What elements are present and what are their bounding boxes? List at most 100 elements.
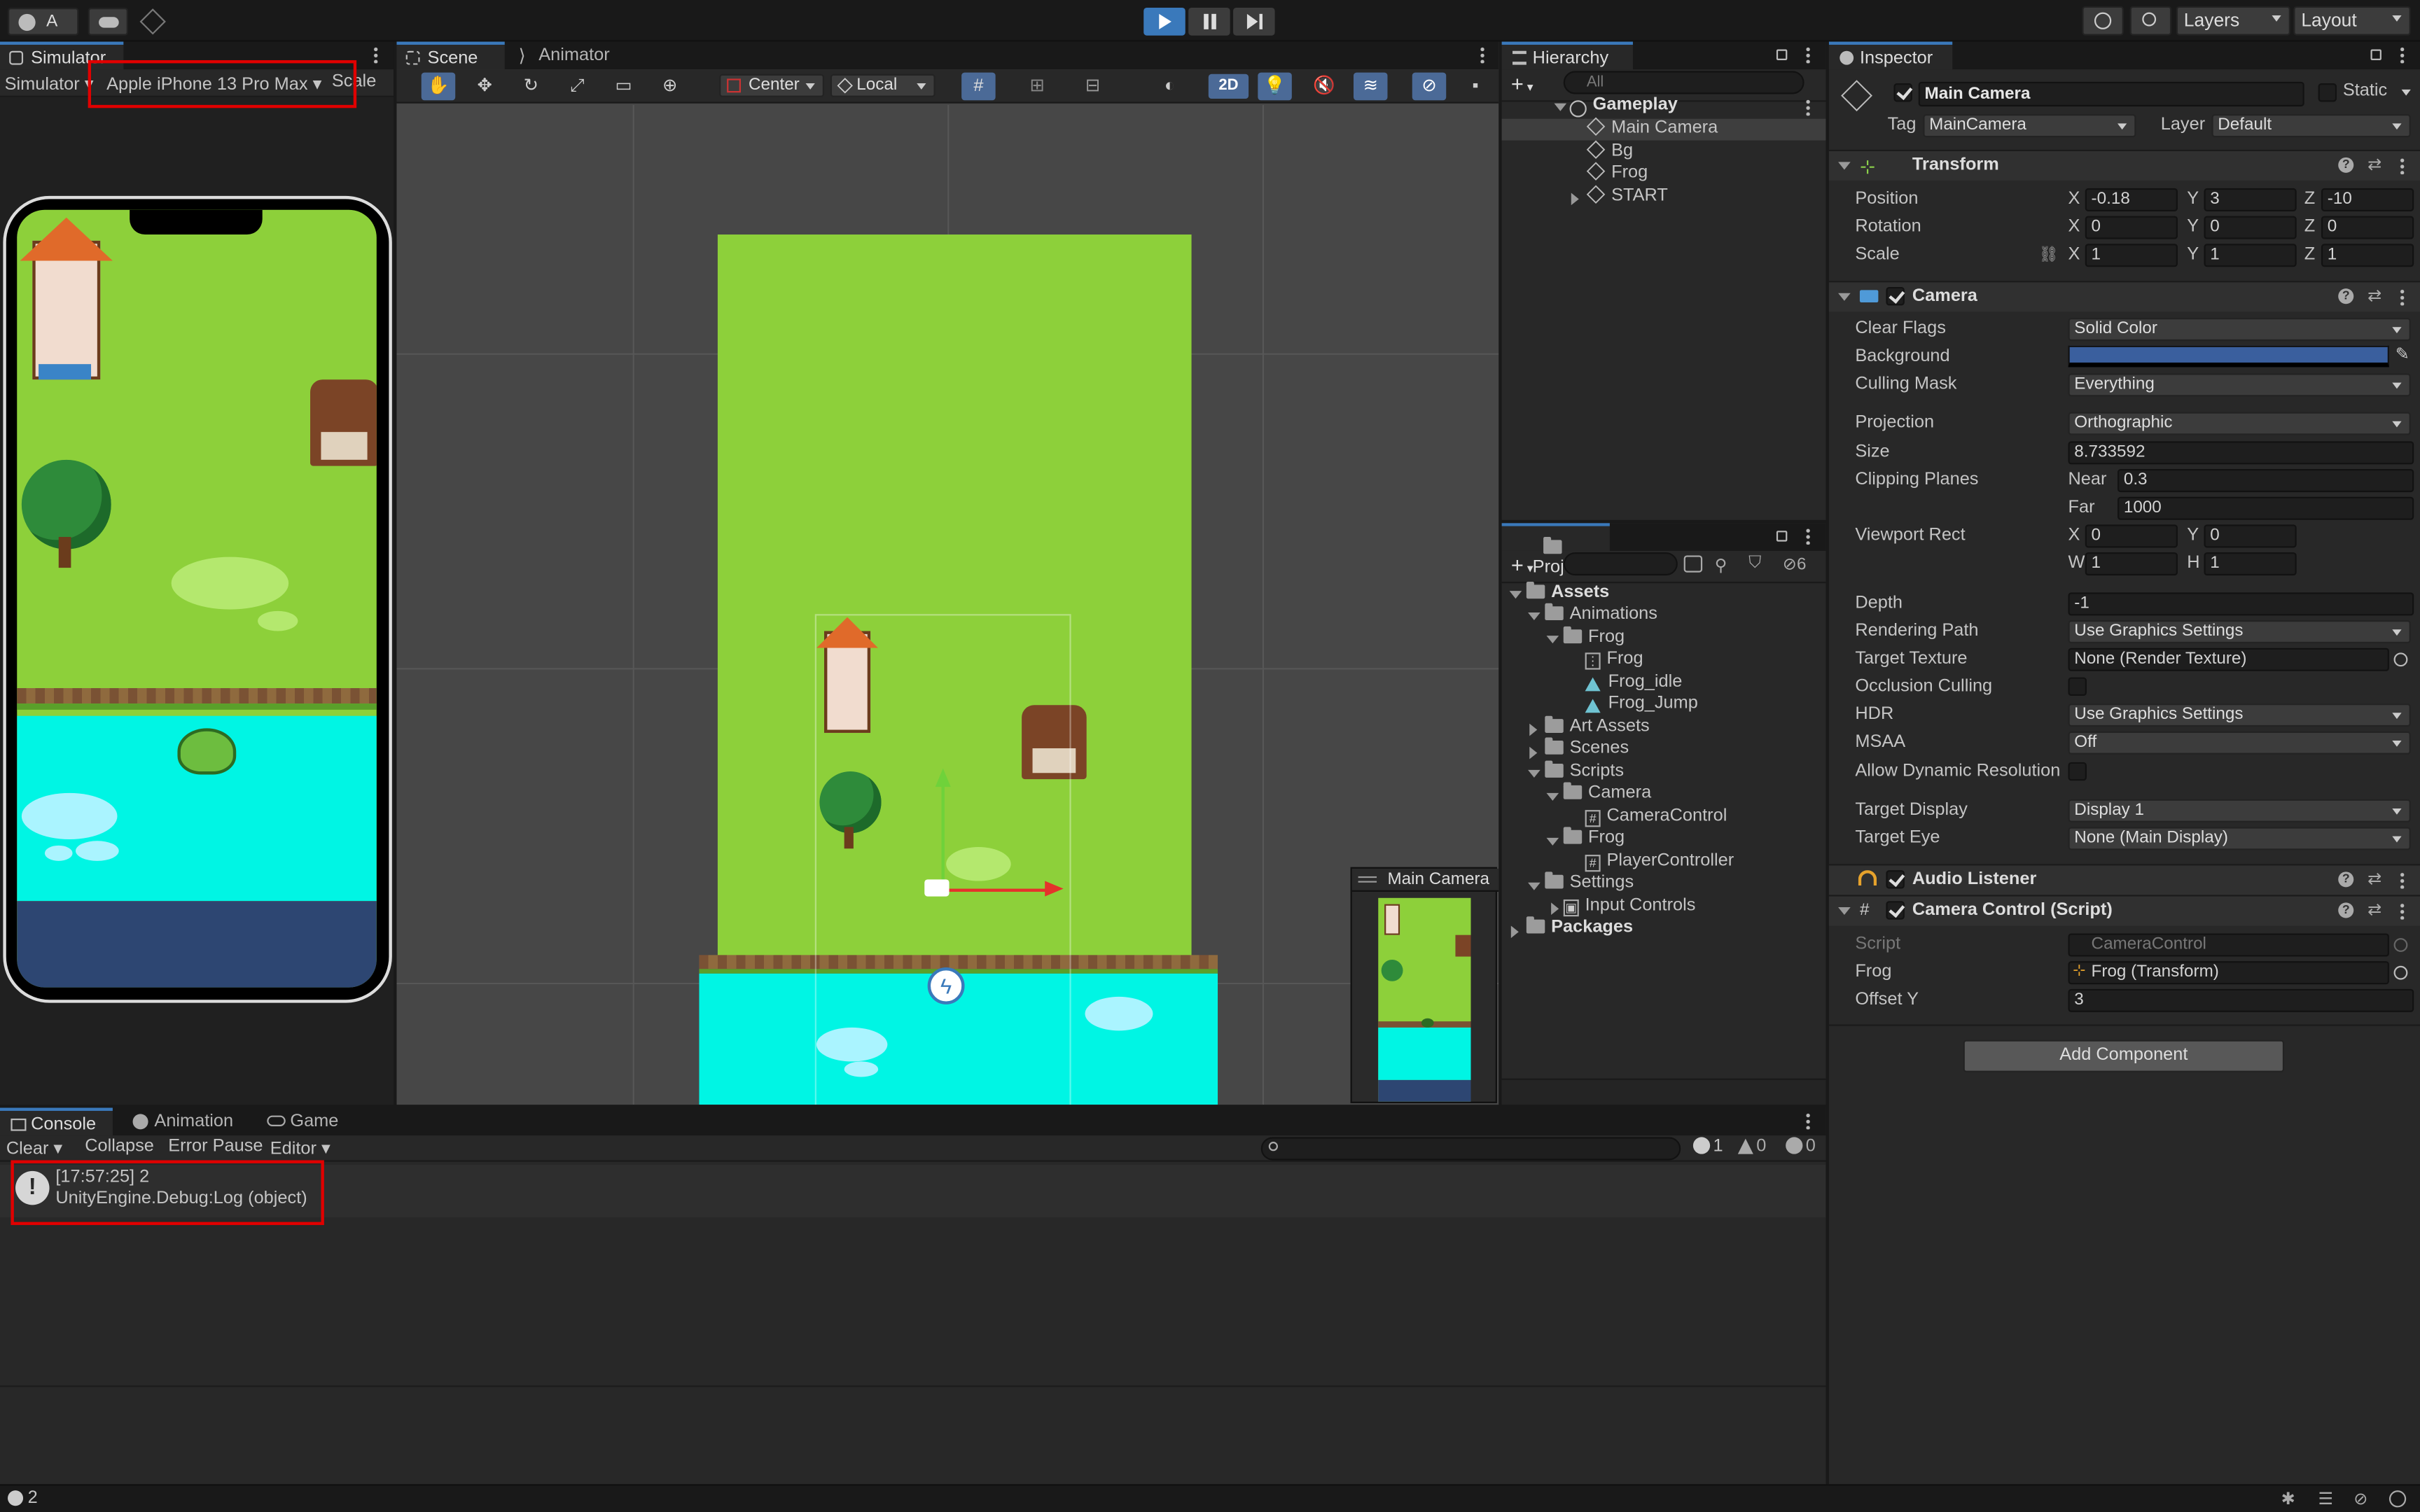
audio-icon[interactable]: 🔇: [1307, 73, 1341, 101]
component-menu-icon[interactable]: [2400, 902, 2405, 920]
occlusion-culling-checkbox[interactable]: [2068, 677, 2087, 696]
dynamic-resolution-checkbox[interactable]: [2068, 762, 2087, 781]
tag-dropdown[interactable]: MainCamera: [1923, 114, 2136, 138]
hierarchy-item-gameplay[interactable]: Gameplay: [1569, 96, 1678, 118]
debug-icon[interactable]: ✱: [2281, 1489, 2295, 1508]
eyedropper-icon[interactable]: ✎: [2395, 344, 2409, 364]
rendering-path-dropdown[interactable]: Use Graphics Settings: [2068, 620, 2411, 644]
effects-icon[interactable]: ≋: [1353, 72, 1388, 101]
search-button[interactable]: [2129, 6, 2172, 36]
pause-button[interactable]: [1188, 8, 1230, 36]
tab-game[interactable]: Game: [259, 1108, 352, 1136]
progress-icon[interactable]: [2388, 1490, 2407, 1508]
project-create-button[interactable]: + ▾: [1511, 552, 1534, 582]
project-assets[interactable]: Assets: [1526, 581, 1609, 602]
console-entry[interactable]: ! [17:57:25] 2 UnityEngine.Debug:Log (ob…: [0, 1165, 1826, 1218]
project-animations[interactable]: Animations: [1545, 603, 1657, 623]
grid-snap-icon[interactable]: #: [961, 72, 996, 101]
step-button[interactable]: [1233, 8, 1275, 36]
rotation-z-input[interactable]: 0: [2321, 216, 2414, 239]
tab-animator[interactable]: ⟩ Animator: [508, 42, 631, 70]
project-art-assets[interactable]: Art Assets: [1545, 715, 1650, 736]
error-toggle[interactable]: 0: [1786, 1137, 1816, 1156]
tab-hierarchy[interactable]: Hierarchy: [1501, 41, 1633, 70]
console-menu-icon[interactable]: [1805, 1112, 1811, 1130]
component-menu-icon[interactable]: [2400, 157, 2405, 175]
camera-gizmo-icon[interactable]: [924, 879, 950, 897]
target-display-dropdown[interactable]: Display 1: [2068, 799, 2411, 822]
project-frog-idle[interactable]: Frog_idle: [1585, 673, 1682, 692]
constrain-proportions-icon[interactable]: ⛓: [2039, 247, 2059, 264]
visibility-icon[interactable]: ⊘: [1412, 72, 1447, 101]
component-menu-icon[interactable]: [2400, 288, 2405, 306]
position-x-input[interactable]: -0.18: [2085, 188, 2178, 211]
scale-y-input[interactable]: 1: [2204, 244, 2297, 267]
simulator-menu-icon[interactable]: [373, 46, 379, 64]
project-scripts-frog[interactable]: Frog: [1563, 827, 1625, 847]
near-input[interactable]: 0.3: [2118, 469, 2414, 493]
hierarchy-item-main-camera[interactable]: Main Camera: [1586, 117, 1718, 137]
search-by-type-icon[interactable]: [1683, 555, 1703, 573]
project-scripts[interactable]: Scripts: [1545, 760, 1624, 780]
cache-server-icon[interactable]: ☰: [2318, 1489, 2334, 1508]
hierarchy-item-bg[interactable]: Bg: [1586, 140, 1633, 160]
console-search-input[interactable]: [1260, 1137, 1681, 1161]
object-picker-icon[interactable]: [2393, 965, 2408, 980]
transform-tool-icon[interactable]: ⊕: [653, 73, 686, 101]
2d-toggle[interactable]: 2D: [1208, 74, 1249, 99]
offset-y-input[interactable]: 3: [2068, 988, 2414, 1012]
target-texture-field[interactable]: None (Render Texture): [2068, 648, 2389, 671]
presets-icon[interactable]: ⇄: [2367, 154, 2381, 174]
lock-icon[interactable]: [1776, 531, 1788, 542]
scene-viewport[interactable]: ϟ Main Camera: [396, 104, 1499, 1105]
object-name-input[interactable]: Main Camera: [1918, 81, 2304, 107]
viewport-x-input[interactable]: 0: [2085, 524, 2178, 548]
presets-icon[interactable]: ⇄: [2367, 286, 2381, 305]
tab-animation[interactable]: Animation: [123, 1108, 246, 1136]
background-color-swatch[interactable]: [2068, 345, 2389, 368]
culling-mask-dropdown[interactable]: Everything: [2068, 373, 2411, 397]
project-animations-frog-folder[interactable]: Frog: [1563, 626, 1625, 647]
play-button[interactable]: [1143, 8, 1185, 36]
hdr-dropdown[interactable]: Use Graphics Settings: [2068, 704, 2411, 727]
move-tool-icon[interactable]: ✥: [468, 73, 501, 101]
scale-tool-icon[interactable]: ⤢: [560, 73, 594, 101]
editor-dropdown[interactable]: Editor ▾: [270, 1137, 331, 1158]
account-button[interactable]: A: [8, 8, 79, 36]
project-frog-controller[interactable]: ⋮ Frog: [1585, 650, 1643, 670]
tab-simulator[interactable]: Simulator: [0, 41, 124, 70]
project-menu-icon[interactable]: [1805, 527, 1811, 545]
position-z-input[interactable]: -10: [2321, 188, 2414, 211]
auto-generate-lighting-icon[interactable]: ⊘: [2353, 1489, 2367, 1508]
tab-inspector[interactable]: Inspector: [1828, 41, 1953, 70]
help-icon[interactable]: ?: [2338, 872, 2354, 888]
scale-x-input[interactable]: 1: [2085, 244, 2178, 267]
frog-gizmo-icon[interactable]: ϟ: [927, 967, 965, 1004]
audio-listener-checkbox[interactable]: [1886, 870, 1905, 889]
cloud-button[interactable]: [88, 8, 128, 36]
hierarchy-item-start[interactable]: START: [1586, 185, 1668, 205]
clear-button[interactable]: Clear ▾: [6, 1137, 62, 1158]
help-icon[interactable]: ?: [2338, 288, 2354, 304]
scene-camera-icon[interactable]: ▪: [1459, 73, 1492, 101]
scale-z-input[interactable]: 1: [2321, 244, 2414, 267]
msaa-dropdown[interactable]: Off: [2068, 731, 2411, 755]
project-frog-jump[interactable]: Frog_Jump: [1585, 694, 1698, 713]
presets-icon[interactable]: ⇄: [2367, 869, 2381, 888]
grid-icon[interactable]: ⊞: [1020, 73, 1054, 101]
clear-flags-dropdown[interactable]: Solid Color: [2068, 318, 2411, 342]
lock-icon[interactable]: [1776, 49, 1788, 60]
increment-snap-icon[interactable]: ⊟: [1076, 73, 1109, 101]
help-icon[interactable]: ?: [2338, 902, 2354, 918]
gameplay-menu-icon[interactable]: [1805, 99, 1811, 116]
tag-icon[interactable]: ⛉: [1748, 554, 1761, 574]
device-dropdown[interactable]: Apple iPhone 13 Pro Max ▾: [106, 73, 321, 94]
rect-tool-icon[interactable]: ▭: [606, 73, 640, 101]
component-menu-icon[interactable]: [2400, 872, 2405, 889]
hand-tool-icon[interactable]: ✋: [421, 72, 456, 101]
tab-scene[interactable]: Scene: [396, 41, 505, 70]
static-checkbox[interactable]: [2318, 83, 2337, 102]
target-eye-dropdown[interactable]: None (Main Display): [2068, 827, 2411, 850]
draw-mode-icon[interactable]: ◐: [1153, 73, 1186, 101]
rotation-x-input[interactable]: 0: [2085, 216, 2178, 239]
